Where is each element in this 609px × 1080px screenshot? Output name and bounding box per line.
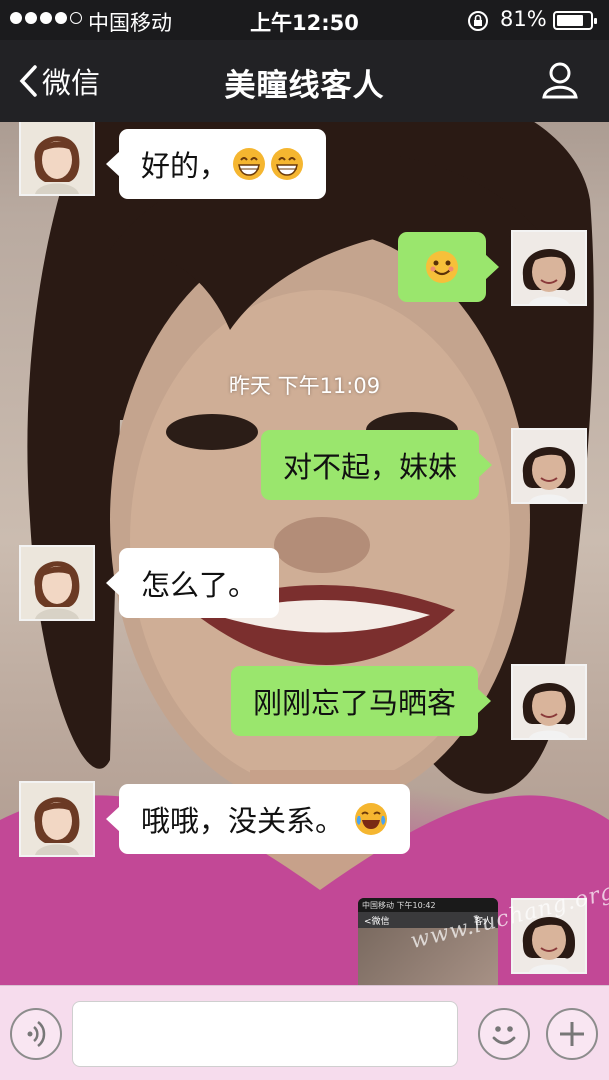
status-bar: 中国移动 上午12:50 81% xyxy=(0,0,609,40)
rotation-lock-icon xyxy=(466,9,490,38)
emoji-button[interactable] xyxy=(478,1008,530,1060)
message-text: 哦哦，没关系。 xyxy=(141,804,345,838)
message-bubble-outgoing[interactable] xyxy=(398,232,499,302)
message-bubble-incoming[interactable]: 哦哦，没关系。 xyxy=(105,784,411,854)
tears-of-joy-icon xyxy=(355,803,388,835)
plus-icon xyxy=(560,1022,584,1046)
chat-input-bar xyxy=(0,985,609,1080)
contact-avatar[interactable] xyxy=(19,122,95,196)
voice-icon xyxy=(27,1021,46,1047)
message-bubble-incoming[interactable]: 怎么了。 xyxy=(105,548,280,618)
message-text: 好的， xyxy=(141,149,229,183)
message-timestamp: 昨天 下午11:09 xyxy=(228,374,381,398)
battery-percent: 81% xyxy=(500,7,547,31)
contact-profile-button[interactable] xyxy=(540,60,580,104)
grin-icon xyxy=(233,148,266,180)
person-icon xyxy=(542,62,578,99)
my-avatar[interactable] xyxy=(511,664,587,740)
thumbnail-status-bar: 中国移动 下午10:42 xyxy=(358,898,498,912)
nav-bar: 微信 美瞳线客人 xyxy=(0,40,609,122)
message-bubble-outgoing[interactable]: 对不起，妹妹 xyxy=(261,430,493,500)
voice-input-button[interactable] xyxy=(10,1008,62,1060)
message-text: 怎么了。 xyxy=(141,568,258,602)
smile-icon xyxy=(426,251,458,283)
message-list[interactable]: 好的， 昨天 下午11:09 对不起，妹妹 怎么了。 刚刚忘了马晒客 哦哦，没关… xyxy=(0,122,609,985)
message-text: 对不起，妹妹 xyxy=(283,450,458,484)
smiley-icon xyxy=(492,1026,516,1045)
my-avatar[interactable] xyxy=(511,428,587,504)
contact-avatar[interactable] xyxy=(19,545,95,621)
my-avatar[interactable] xyxy=(511,230,587,306)
message-bubble-incoming[interactable]: 好的， xyxy=(105,129,327,199)
message-input[interactable] xyxy=(72,1001,458,1067)
chat-title: 美瞳线客人 xyxy=(224,68,385,104)
contact-avatar[interactable] xyxy=(19,781,95,857)
message-bubble-outgoing[interactable]: 刚刚忘了马晒客 xyxy=(231,666,492,736)
battery-icon xyxy=(553,11,597,30)
more-options-button[interactable] xyxy=(546,1008,598,1060)
message-text: 刚刚忘了马晒客 xyxy=(253,686,457,720)
grin-icon xyxy=(271,148,304,180)
